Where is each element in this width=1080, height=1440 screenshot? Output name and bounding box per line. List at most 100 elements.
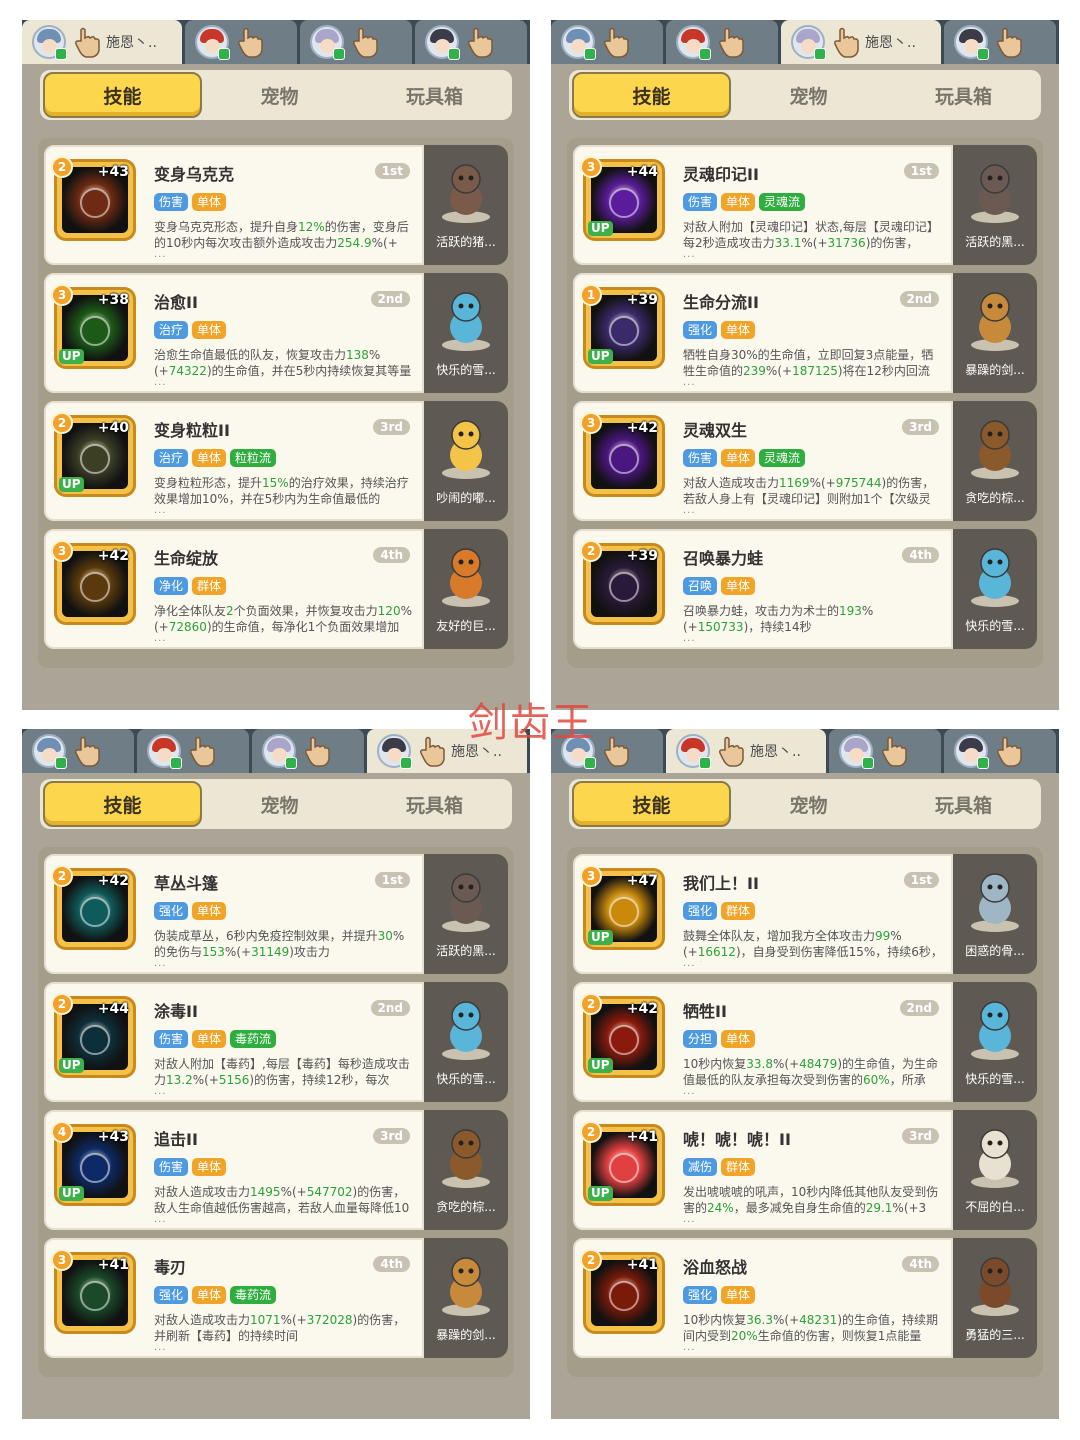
- tab-skills[interactable]: 技能: [572, 781, 731, 827]
- skill-card[interactable]: 2 +41 UP 唬！唬！唬！II 3rd 减伤 群体 发出唬唬唬的吼声，10秒内降低其他队友…: [573, 1110, 1037, 1230]
- equipped-pet[interactable]: 贪吃的棕...: [953, 401, 1037, 521]
- tab-pets[interactable]: 宠物: [202, 781, 357, 827]
- skill-info[interactable]: 2 +40 UP 变身粒粒II 3rd 治疗 单体 粒粒流 变身粒粒形态，提升15%的治疗效果，…: [44, 401, 424, 521]
- tab-skills[interactable]: 技能: [43, 72, 202, 118]
- equipped-pet[interactable]: 活跃的猪...: [424, 145, 508, 265]
- pet-name: 勇猛的三...: [965, 1328, 1025, 1342]
- skill-info[interactable]: 2 +41 UP 唬！唬！唬！II 3rd 减伤 群体 发出唬唬唬的吼声，10秒内降低其他队友…: [573, 1110, 953, 1230]
- skill-card[interactable]: 2 +40 UP 变身粒粒II 3rd 治疗 单体 粒粒流 变身粒粒形态，提升15%的治疗效果，…: [44, 401, 508, 521]
- skill-info[interactable]: 3 +38 UP 治愈II 2nd 治疗 单体 治愈生命值最低的队友，恢复攻击力138%(+7…: [44, 273, 424, 393]
- tab-pets[interactable]: 宠物: [202, 72, 357, 118]
- skill-rank-badge: 4th: [373, 547, 410, 563]
- tab-skills[interactable]: 技能: [572, 72, 731, 118]
- upgrade-badge: UP: [588, 1186, 613, 1201]
- skill-card[interactable]: 3 +44 UP 灵魂印记II 1st 伤害 单体 灵魂流 对敌人附加【灵魂印记】状态,每层【灵…: [573, 145, 1037, 265]
- skill-card[interactable]: 1 +39 UP 生命分流II 2nd 强化 单体 牺牲自身30%的生命值，立即回复3点能量，…: [573, 273, 1037, 393]
- skill-info[interactable]: 3 +44 UP 灵魂印记II 1st 伤害 单体 灵魂流 对敌人附加【灵魂印记】状态,每层【灵…: [573, 145, 953, 265]
- skill-tags: 伤害 单体 毒药流: [154, 1030, 277, 1048]
- skill-tag: 单体: [721, 193, 756, 211]
- skill-info[interactable]: 3 +41 毒刃 4th 强化 单体 毒药流 对敌人造成攻击力1071%(+372028)的伤…: [44, 1238, 424, 1358]
- equipped-pet[interactable]: 快乐的雪...: [424, 982, 508, 1102]
- skill-card[interactable]: 3 +38 UP 治愈II 2nd 治疗 单体 治愈生命值最低的队友，恢复攻击力138%(+7…: [44, 273, 508, 393]
- character-tab[interactable]: [300, 20, 412, 64]
- skill-name: 变身乌克克: [154, 165, 235, 184]
- character-tab[interactable]: [415, 20, 527, 64]
- skill-card[interactable]: 3 +47 UP 我们上！II 1st 强化 群体 鼓舞全体队友，增加我方全体攻击力99%(+…: [573, 854, 1037, 974]
- skill-info[interactable]: 2 +44 UP 涂毒II 2nd 伤害 单体 毒药流 对敌人附加【毒药】,每层【毒药】每秒造成…: [44, 982, 424, 1102]
- skill-tag: 群体: [192, 577, 227, 595]
- equipped-pet[interactable]: 快乐的雪...: [953, 982, 1037, 1102]
- skill-bonus: +38: [97, 292, 129, 308]
- character-tab[interactable]: [185, 20, 297, 64]
- skill-name: 牺牲II: [683, 1002, 727, 1021]
- skill-bonus: +42: [626, 420, 658, 436]
- character-tab[interactable]: 施恩丶..: [22, 20, 182, 64]
- character-tab[interactable]: [944, 20, 1056, 64]
- tab-pets[interactable]: 宠物: [731, 781, 886, 827]
- skill-card[interactable]: 2 +42 草丛斗篷 1st 强化 单体 伪装成草丛，6秒内免疫控制效果，并提升30%的免伤…: [44, 854, 508, 974]
- skill-name: 唬！唬！唬！II: [683, 1130, 791, 1149]
- skill-card[interactable]: 4 +43 UP 追击II 3rd 伤害 单体 对敌人造成攻击力1495%(+547702)的…: [44, 1110, 508, 1230]
- tab-toybox[interactable]: 玩具箱: [357, 72, 512, 118]
- character-tab[interactable]: [22, 729, 134, 773]
- skill-icon-frame: 3 +42: [51, 540, 136, 625]
- skill-card[interactable]: 3 +42 灵魂双生 3rd 伤害 单体 灵魂流 对敌人造成攻击力1169%(+975744)…: [573, 401, 1037, 521]
- pet-name: 贪吃的棕...: [436, 1200, 496, 1214]
- tab-pets[interactable]: 宠物: [731, 72, 886, 118]
- character-tab[interactable]: [551, 20, 663, 64]
- tab-toybox[interactable]: 玩具箱: [357, 781, 512, 827]
- equipped-pet[interactable]: 活跃的黑...: [953, 145, 1037, 265]
- section-tabs: 技能 宠物 玩具箱: [40, 779, 512, 829]
- tab-skills[interactable]: 技能: [43, 781, 202, 827]
- character-avatar: [310, 25, 345, 60]
- skill-info[interactable]: 3 +42 生命绽放 4th 净化 群体 净化全体队友2个负面效果，并恢复攻击力120%(+…: [44, 529, 424, 649]
- skill-card[interactable]: 3 +41 毒刃 4th 强化 单体 毒药流 对敌人造成攻击力1071%(+372028)的伤…: [44, 1238, 508, 1358]
- pet-figure: [436, 541, 496, 609]
- skill-info[interactable]: 1 +39 UP 生命分流II 2nd 强化 单体 牺牲自身30%的生命值，立即回复3点能量，…: [573, 273, 953, 393]
- equipped-pet[interactable]: 暴躁的剑...: [953, 273, 1037, 393]
- skill-info[interactable]: 2 +42 草丛斗篷 1st 强化 单体 伪装成草丛，6秒内免疫控制效果，并提升30%的免伤…: [44, 854, 424, 974]
- equipped-pet[interactable]: 暴躁的剑...: [424, 1238, 508, 1358]
- skill-list: 3 +47 UP 我们上！II 1st 强化 群体 鼓舞全体队友，增加我方全体攻击力99%(+…: [567, 847, 1043, 1377]
- tab-toybox[interactable]: 玩具箱: [886, 72, 1041, 118]
- skill-card[interactable]: 2 +43 变身乌克克 1st 伤害 单体 变身乌克克形态，提升自身12%的伤害，变身后的1…: [44, 145, 508, 265]
- skill-tags: 伤害 单体: [154, 193, 227, 211]
- skill-info[interactable]: 3 +47 UP 我们上！II 1st 强化 群体 鼓舞全体队友，增加我方全体攻击力99%(+…: [573, 854, 953, 974]
- tab-toybox[interactable]: 玩具箱: [886, 781, 1041, 827]
- skill-info[interactable]: 2 +39 召唤暴力蛙 4th 召唤 单体 召唤暴力蛙，攻击力为术士的193%(+15073…: [573, 529, 953, 649]
- equipped-pet[interactable]: 活跃的黑...: [424, 854, 508, 974]
- skill-card[interactable]: 2 +41 浴血怒战 4th 强化 单体 10秒内恢复36.3%(+48231)的生命值，持…: [573, 1238, 1037, 1358]
- skill-tag: 减伤: [683, 1158, 718, 1176]
- skill-info[interactable]: 4 +43 UP 追击II 3rd 伤害 单体 对敌人造成攻击力1495%(+547702)的…: [44, 1110, 424, 1230]
- more-indicator: ...: [683, 958, 696, 969]
- equipped-pet[interactable]: 不屈的白...: [953, 1110, 1037, 1230]
- skill-description: 对敌人造成攻击力1169%(+975744)的伤害，若敌人身上有【灵魂印记】则附…: [683, 476, 935, 506]
- skill-info[interactable]: 2 +41 浴血怒战 4th 强化 单体 10秒内恢复36.3%(+48231)的生命值，持…: [573, 1238, 953, 1358]
- tap-hand-icon: [601, 734, 631, 768]
- character-tab[interactable]: [137, 729, 249, 773]
- character-avatar: [425, 25, 460, 60]
- section-tabs: 技能 宠物 玩具箱: [569, 70, 1041, 120]
- skill-info[interactable]: 3 +42 灵魂双生 3rd 伤害 单体 灵魂流 对敌人造成攻击力1169%(+975744)…: [573, 401, 953, 521]
- equipped-pet[interactable]: 困惑的骨...: [953, 854, 1037, 974]
- equipped-pet[interactable]: 贪吃的棕...: [424, 1110, 508, 1230]
- equipped-pet[interactable]: 快乐的雪...: [424, 273, 508, 393]
- character-tab[interactable]: 施恩丶..: [666, 729, 826, 773]
- character-tab[interactable]: [252, 729, 364, 773]
- skill-card[interactable]: 2 +42 UP 牺牲II 2nd 分担 单体 10秒内恢复33.8%(+48479)的生命值…: [573, 982, 1037, 1102]
- character-tab[interactable]: [944, 729, 1056, 773]
- equipped-pet[interactable]: 快乐的雪...: [953, 529, 1037, 649]
- character-tab-bar: 施恩丶..: [551, 20, 1059, 64]
- skill-info[interactable]: 2 +42 UP 牺牲II 2nd 分担 单体 10秒内恢复33.8%(+48479)的生命值…: [573, 982, 953, 1102]
- character-tab[interactable]: 施恩丶..: [781, 20, 941, 64]
- equipped-pet[interactable]: 吵闹的嘟...: [424, 401, 508, 521]
- equipped-pet[interactable]: 勇猛的三...: [953, 1238, 1037, 1358]
- pet-figure: [965, 285, 1025, 353]
- character-tab[interactable]: [829, 729, 941, 773]
- equipped-pet[interactable]: 友好的巨...: [424, 529, 508, 649]
- skill-card[interactable]: 2 +39 召唤暴力蛙 4th 召唤 单体 召唤暴力蛙，攻击力为术士的193%(+15073…: [573, 529, 1037, 649]
- skill-card[interactable]: 2 +44 UP 涂毒II 2nd 伤害 单体 毒药流 对敌人附加【毒药】,每层【毒药】每秒造成…: [44, 982, 508, 1102]
- skill-info[interactable]: 2 +43 变身乌克克 1st 伤害 单体 变身乌克克形态，提升自身12%的伤害，变身后的1…: [44, 145, 424, 265]
- skill-card[interactable]: 3 +42 生命绽放 4th 净化 群体 净化全体队友2个负面效果，并恢复攻击力120%(+…: [44, 529, 508, 649]
- character-tab[interactable]: [666, 20, 778, 64]
